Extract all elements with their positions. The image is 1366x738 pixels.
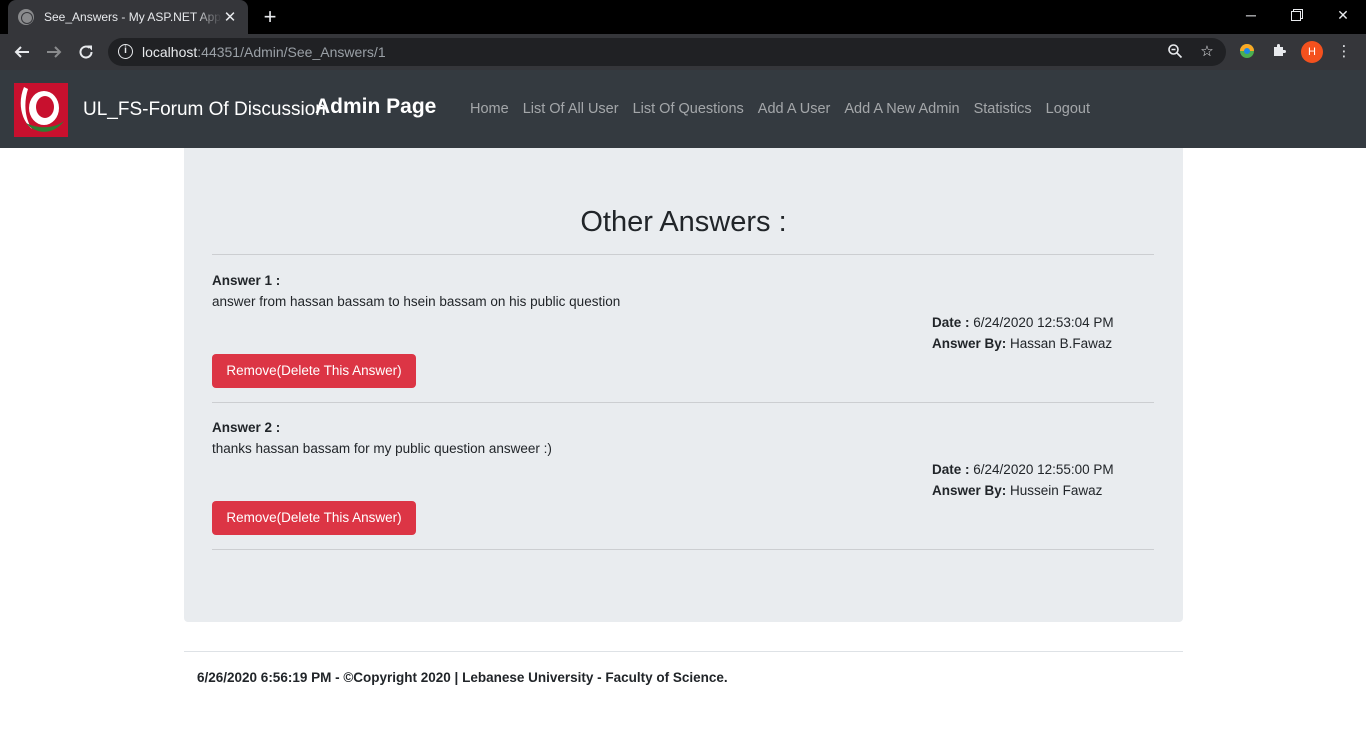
info-icon[interactable]: i: [118, 44, 133, 59]
close-window-icon[interactable]: ✕: [1320, 0, 1366, 30]
browser-toolbar: i localhost:44351/Admin/See_Answers/1 ☆ …: [0, 34, 1366, 70]
nav-link-add-a-new-admin[interactable]: Add A New Admin: [837, 101, 966, 117]
back-icon[interactable]: [8, 38, 36, 66]
extension-icon[interactable]: [1237, 42, 1257, 62]
nav-link-logout[interactable]: Logout: [1039, 101, 1097, 117]
more-menu-icon[interactable]: ⋮: [1334, 42, 1354, 62]
footer-copyright: 6/26/2020 6:56:19 PM - ©Copyright 2020 |…: [197, 670, 728, 685]
answer-date: Date : 6/24/2020 12:55:00 PM: [932, 462, 1114, 477]
answer-date: Date : 6/24/2020 12:53:04 PM: [932, 315, 1114, 330]
answer-label: Answer 2 :: [212, 420, 281, 435]
nav-links: Home List Of All User List Of Questions …: [463, 101, 1097, 117]
browser-tabstrip: See_Answers - My ASP.NET Application ✕ +…: [0, 0, 1366, 34]
restore-icon[interactable]: [1274, 0, 1320, 30]
nav-link-statistics[interactable]: Statistics: [967, 101, 1039, 117]
minimize-icon[interactable]: ─: [1228, 0, 1274, 30]
forward-icon[interactable]: [40, 38, 68, 66]
profile-avatar[interactable]: H: [1301, 41, 1323, 63]
nav-link-add-a-user[interactable]: Add A User: [751, 101, 838, 117]
url-text: localhost:44351/Admin/See_Answers/1: [142, 44, 386, 60]
footer-divider: [184, 651, 1183, 652]
browser-tab[interactable]: See_Answers - My ASP.NET Application ✕: [8, 0, 248, 34]
admin-page-title: Admin Page: [315, 95, 437, 118]
university-logo[interactable]: [14, 83, 68, 137]
zoom-icon[interactable]: [1166, 43, 1184, 61]
site-brand[interactable]: UL_FS-Forum Of Discussion: [83, 99, 326, 121]
answer-text: thanks hassan bassam for my public quest…: [212, 441, 552, 456]
new-tab-icon[interactable]: +: [258, 4, 282, 30]
nav-link-list-of-questions[interactable]: List Of Questions: [626, 101, 751, 117]
page-heading: Other Answers :: [580, 206, 787, 238]
close-tab-icon[interactable]: ✕: [222, 8, 238, 26]
address-bar[interactable]: i localhost:44351/Admin/See_Answers/1 ☆: [108, 38, 1226, 66]
tab-title: See_Answers - My ASP.NET Application: [44, 10, 222, 24]
answers-panel: Other Answers : Answer 1 : answer from h…: [184, 148, 1183, 622]
divider: [212, 549, 1154, 550]
divider: [212, 254, 1154, 255]
reload-icon[interactable]: [72, 38, 100, 66]
globe-icon: [18, 9, 34, 25]
answer-label: Answer 1 :: [212, 273, 281, 288]
divider: [212, 402, 1154, 403]
bookmark-star-icon[interactable]: ☆: [1198, 43, 1216, 61]
nav-link-list-of-all-user[interactable]: List Of All User: [516, 101, 626, 117]
puzzle-icon[interactable]: [1269, 42, 1289, 62]
nav-link-home[interactable]: Home: [463, 101, 516, 117]
remove-answer-button[interactable]: Remove(Delete This Answer): [212, 501, 416, 535]
site-navbar: UL_FS-Forum Of Discussion Admin Page Hom…: [0, 70, 1366, 148]
answer-author: Answer By: Hussein Fawaz: [932, 483, 1103, 498]
answer-author: Answer By: Hassan B.Fawaz: [932, 336, 1113, 351]
remove-answer-button[interactable]: Remove(Delete This Answer): [212, 354, 416, 388]
answer-text: answer from hassan bassam to hsein bassa…: [212, 294, 621, 309]
